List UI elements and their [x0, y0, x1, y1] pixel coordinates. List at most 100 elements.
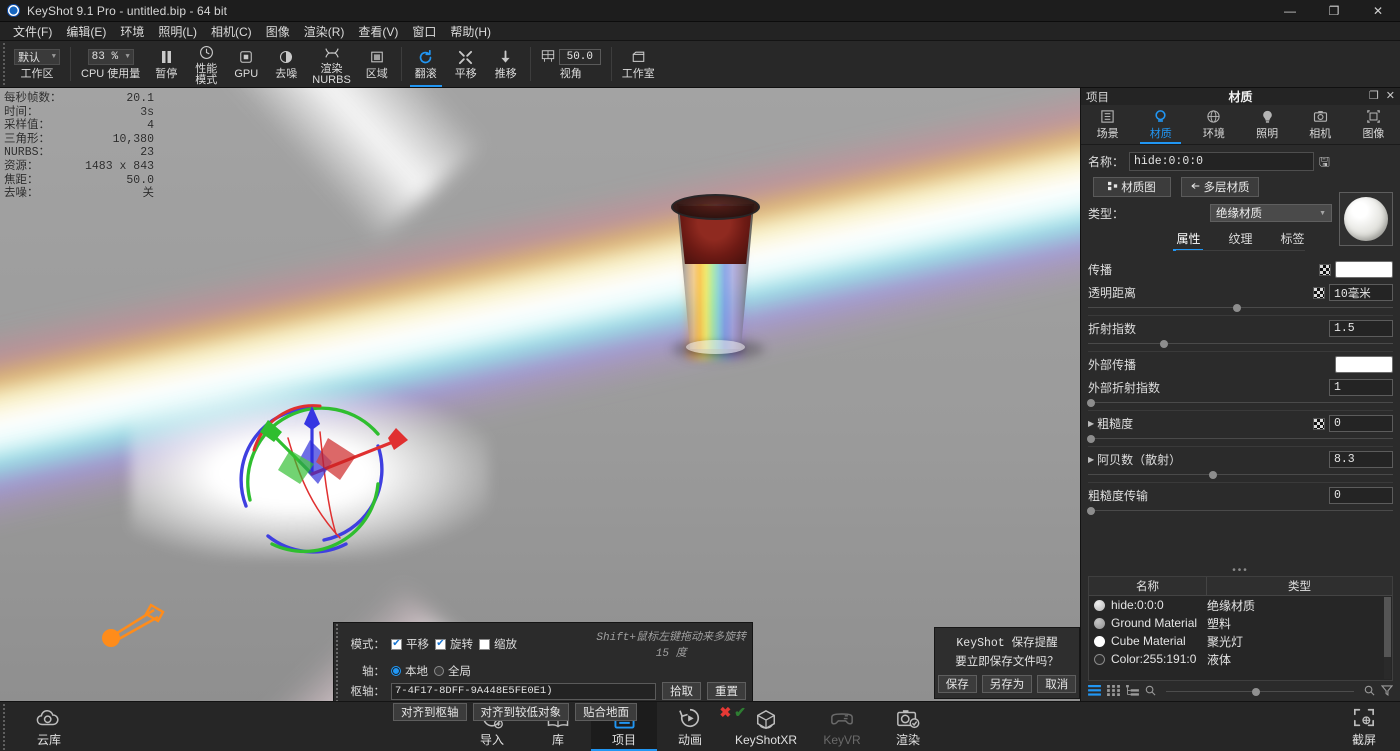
cancel-x-icon[interactable]: ✖ — [720, 706, 732, 718]
property-slider[interactable] — [1088, 339, 1393, 348]
reset-button[interactable]: 重置 — [707, 682, 746, 700]
texture-chip-icon[interactable] — [1313, 287, 1325, 299]
axis-local-radio[interactable]: 本地 — [391, 663, 428, 679]
column-header-name[interactable]: 名称 — [1089, 577, 1207, 595]
tree-view-icon[interactable] — [1126, 685, 1139, 698]
denoise-button[interactable]: 去噪 — [266, 41, 306, 87]
close-icon[interactable]: ✕ — [1356, 0, 1400, 22]
subtab-labels[interactable]: 标签 — [1278, 228, 1308, 251]
property-slider[interactable] — [1088, 434, 1393, 443]
expand-arrow-icon[interactable]: ▶ — [1088, 455, 1094, 464]
property-value[interactable]: 1 — [1329, 379, 1393, 396]
render-nurbs-button[interactable]: 渲染NURBS — [306, 41, 357, 87]
undock-icon[interactable]: ❐ — [1369, 91, 1379, 102]
move-rotate-gizmo[interactable] — [228, 388, 408, 558]
tab-environment[interactable]: 环境 — [1187, 105, 1240, 144]
pivot-input[interactable]: 7-4F17-8DFF-9A448E5FE0E1) — [391, 683, 656, 700]
gpu-button[interactable]: GPU — [226, 41, 266, 87]
tab-image[interactable]: 图像 — [1347, 105, 1400, 144]
material-list-drag-handle[interactable]: ••• — [1081, 566, 1400, 576]
scrollbar-thumb[interactable] — [1384, 597, 1391, 657]
property-slider[interactable] — [1088, 303, 1393, 312]
color-swatch[interactable] — [1335, 261, 1393, 278]
bottom-item-keyvr[interactable]: KeyVR — [809, 702, 875, 751]
tumble-button[interactable]: 翻滚 — [406, 41, 446, 87]
save-button[interactable]: 保存 — [938, 675, 977, 693]
confirm-check-icon[interactable]: ✔ — [734, 706, 746, 718]
panel-project-label[interactable]: 项目 — [1086, 89, 1109, 105]
pan-button[interactable]: 平移 — [446, 41, 486, 87]
bottom-item-render[interactable]: 渲染 — [875, 702, 941, 751]
material-type-select[interactable]: 绝缘材质 ▼ — [1210, 204, 1332, 222]
toolbar-grip[interactable] — [0, 41, 8, 87]
multi-material-button[interactable]: 多层材质 — [1181, 177, 1259, 197]
menu-edit[interactable]: 编辑(E) — [59, 21, 113, 42]
minimize-icon[interactable]: — — [1268, 0, 1312, 22]
axis-global-radio[interactable]: 全局 — [434, 663, 471, 679]
menu-camera[interactable]: 相机(C) — [204, 21, 259, 42]
panel-drag-handle[interactable] — [334, 623, 341, 701]
tab-camera[interactable]: 相机 — [1294, 105, 1347, 144]
property-value[interactable]: 0 — [1329, 487, 1393, 504]
region-button[interactable]: 区域 — [357, 41, 397, 87]
tab-material[interactable]: 材质 — [1134, 105, 1187, 144]
list-view-icon[interactable] — [1088, 685, 1101, 698]
pick-button[interactable]: 拾取 — [662, 682, 701, 700]
menu-environment[interactable]: 环境 — [113, 21, 151, 42]
restore-icon[interactable]: ❐ — [1312, 0, 1356, 22]
pause-button[interactable]: 暂停 — [146, 41, 186, 87]
table-row[interactable]: Cube Material 聚光灯 — [1089, 632, 1392, 650]
dolly-button[interactable]: 推移 — [486, 41, 526, 87]
property-slider[interactable] — [1088, 398, 1393, 407]
property-value[interactable]: 1.5 — [1329, 320, 1393, 337]
table-row[interactable]: Ground Material 塑料 — [1089, 614, 1392, 632]
spotlight-widget[interactable] — [100, 600, 170, 650]
menu-help[interactable]: 帮助(H) — [443, 21, 498, 42]
menu-render[interactable]: 渲染(R) — [297, 21, 352, 42]
menu-view[interactable]: 查看(V) — [351, 21, 405, 42]
property-slider[interactable] — [1088, 506, 1393, 515]
glass-object[interactable] — [663, 180, 768, 355]
cpu-combo[interactable]: 83 % ▼ — [88, 49, 134, 65]
zoom-out-icon[interactable] — [1145, 685, 1156, 698]
material-list-scrollbar[interactable] — [1384, 597, 1391, 679]
save-as-button[interactable]: 另存为 — [982, 675, 1033, 693]
color-swatch[interactable] — [1335, 356, 1393, 373]
material-name-input[interactable]: hide:0:0:0 — [1129, 152, 1314, 171]
menu-window[interactable]: 窗口 — [405, 21, 443, 42]
mode-scale-checkbox[interactable]: 缩放 — [479, 636, 517, 652]
cpu-usage-control[interactable]: 83 % ▼ CPU 使用量 — [75, 41, 146, 87]
property-value[interactable]: 0 — [1329, 415, 1393, 432]
tab-scene[interactable]: 场景 — [1081, 105, 1134, 144]
menu-lighting[interactable]: 照明(L) — [151, 21, 204, 42]
menu-image[interactable]: 图像 — [259, 21, 297, 42]
workspace-combo[interactable]: 默认 ▼ — [14, 49, 60, 65]
texture-chip-icon[interactable] — [1319, 264, 1331, 276]
texture-chip-icon[interactable] — [1313, 418, 1325, 430]
property-value[interactable]: 8.3 — [1329, 451, 1393, 468]
align-to-lower-object-button[interactable]: 对齐到较低对象 — [473, 703, 570, 721]
performance-mode-button[interactable]: 性能模式 — [186, 41, 226, 87]
filter-icon[interactable] — [1381, 685, 1393, 698]
zoom-in-icon[interactable] — [1364, 685, 1375, 698]
material-list-zoom-slider[interactable] — [1166, 687, 1354, 696]
align-to-pivot-button[interactable]: 对齐到枢轴 — [393, 703, 467, 721]
property-value[interactable]: 10毫米 — [1329, 284, 1393, 301]
perspective-value[interactable]: 50.0 — [559, 49, 601, 65]
panel-close-icon[interactable]: ✕ — [1386, 91, 1395, 102]
render-viewport[interactable]: 每秒帧数：20.1 时间：3s 采样值：4 三角形：10,380 NURBS：2… — [0, 88, 1080, 701]
snap-to-ground-button[interactable]: 贴合地面 — [575, 703, 637, 721]
menu-file[interactable]: 文件(F) — [6, 21, 59, 42]
grid-view-icon[interactable] — [1107, 685, 1120, 698]
screenshot-button[interactable]: 截屏 — [1328, 702, 1400, 751]
cancel-button[interactable]: 取消 — [1037, 675, 1076, 693]
perspective-control[interactable]: 50.0 视角 — [535, 41, 607, 87]
mode-rotate-checkbox[interactable]: 旋转 — [435, 636, 473, 652]
save-material-icon[interactable]: 🖫 — [1319, 155, 1330, 168]
table-row[interactable]: hide:0:0:0 绝缘材质 — [1089, 596, 1392, 614]
column-header-type[interactable]: 类型 — [1207, 577, 1392, 595]
workspace-selector[interactable]: 默认 ▼ 工作区 — [8, 41, 66, 87]
table-row[interactable]: Color:255:191:0 液体 — [1089, 650, 1392, 668]
expand-arrow-icon[interactable]: ▶ — [1088, 419, 1094, 428]
subtab-textures[interactable]: 纹理 — [1225, 228, 1255, 251]
